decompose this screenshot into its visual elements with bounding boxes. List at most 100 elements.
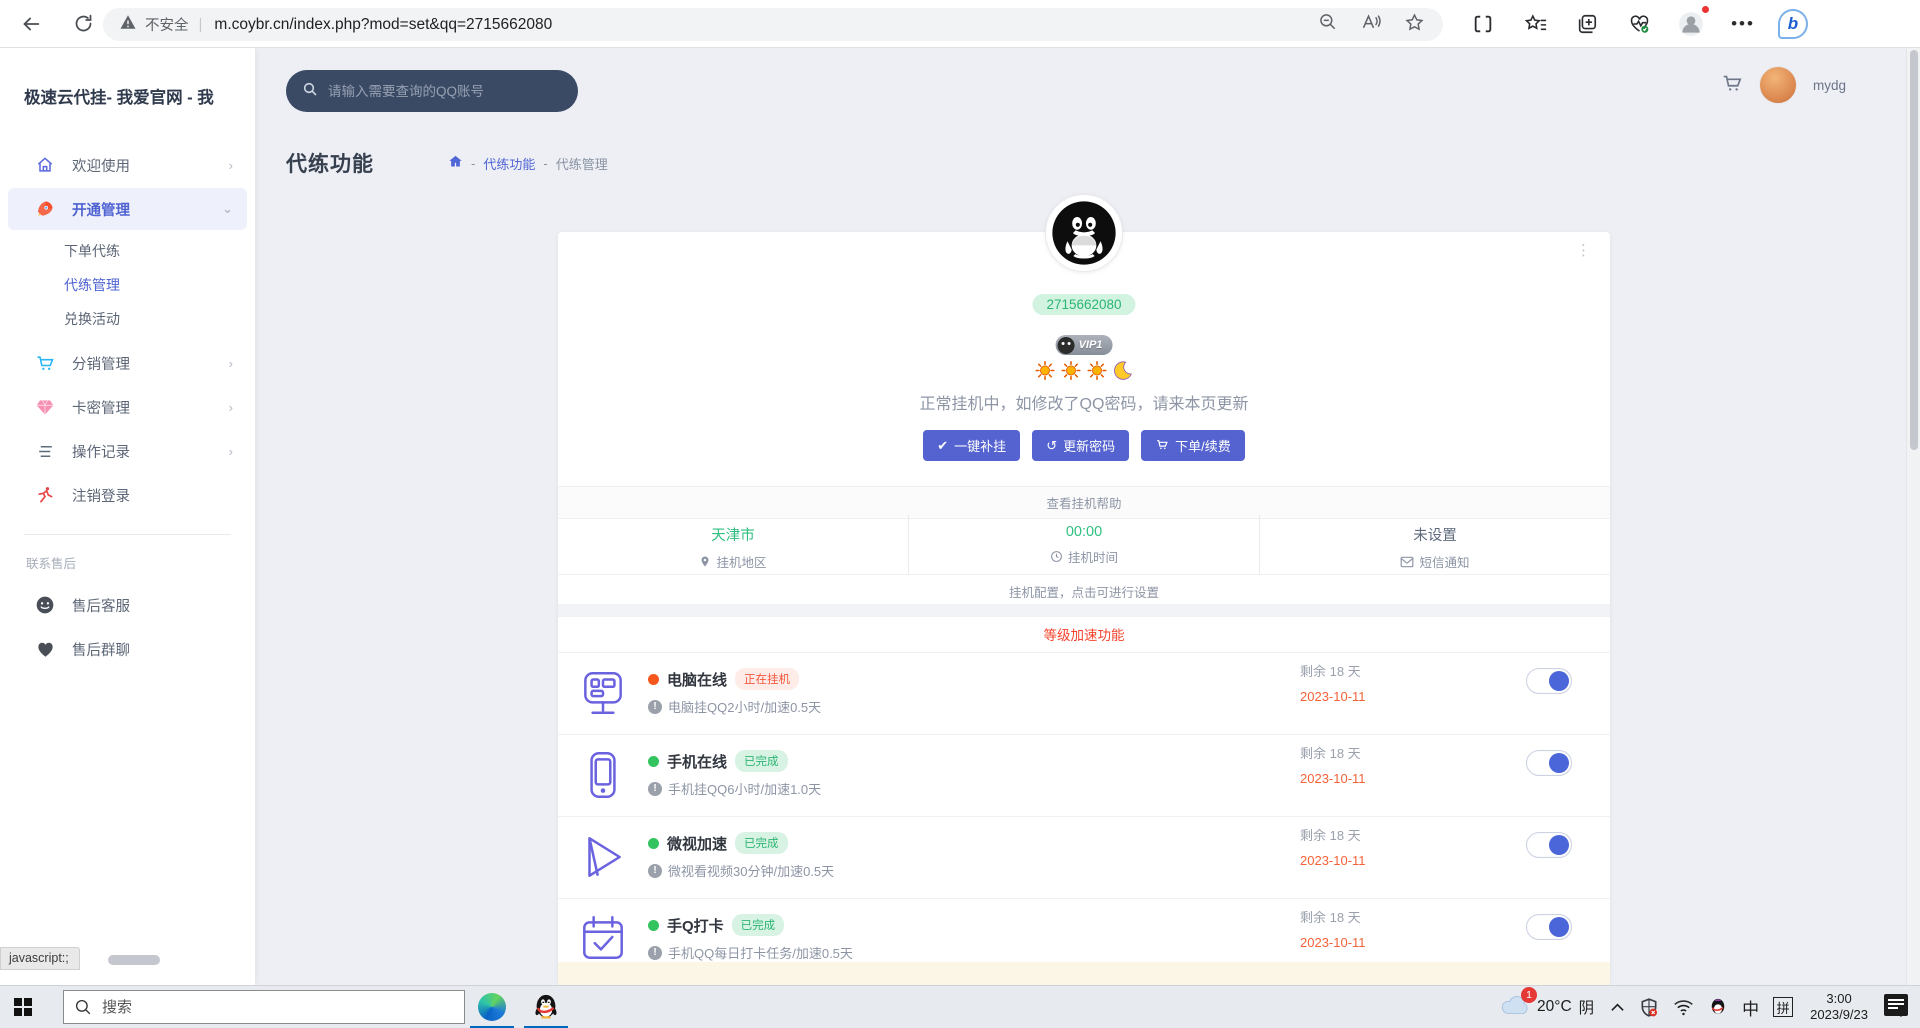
sidebar-subitem-redeem[interactable]: 兑换活动 (0, 302, 255, 336)
read-aloud-icon[interactable] (1360, 12, 1382, 37)
page-topbar: mydg (255, 48, 1906, 126)
info-icon: ! (648, 864, 662, 878)
section-title: 等级加速功能 (558, 624, 1610, 644)
remain-days: 剩余 18 天 (1300, 825, 1361, 844)
info-icon: ! (648, 700, 662, 714)
tray-qq-icon[interactable] (1701, 986, 1735, 1028)
sidebar-item-distribution[interactable]: 分销管理 › (8, 342, 247, 384)
stat-region[interactable]: 天津市 挂机地区 (558, 515, 908, 574)
taskbar-qq-app[interactable] (519, 986, 573, 1028)
profile-notification-dot (1701, 5, 1710, 14)
breadcrumb-home-icon[interactable] (448, 154, 463, 172)
stat-time[interactable]: 00:00 挂机时间 (908, 515, 1259, 574)
checkin-toggle[interactable] (1526, 914, 1572, 940)
emoji-row (1035, 360, 1134, 381)
envelope-icon (1400, 556, 1414, 568)
settings-more-icon[interactable]: ••• (1726, 7, 1760, 41)
moon-icon (1113, 360, 1134, 381)
phone-icon (576, 748, 630, 802)
sidebar-subitem-manage[interactable]: 代练管理 (0, 268, 255, 302)
qq-number-badge: 2715662080 (1032, 294, 1135, 315)
sidebar-item-label: 卡密管理 (72, 397, 130, 418)
breadcrumb-separator: - (471, 156, 475, 171)
qq-search-box[interactable] (286, 70, 578, 112)
weishi-toggle[interactable] (1526, 832, 1572, 858)
sidebar-item-logs[interactable]: 操作记录 › (8, 430, 247, 472)
location-pin-icon (699, 555, 711, 568)
page-title: 代练功能 (286, 148, 374, 178)
smiley-icon (34, 594, 56, 616)
main-content: mydg 代练功能 - 代练功能 - 代练管理 ⋮ (255, 48, 1906, 985)
breadcrumb-separator: - (543, 156, 547, 171)
chevron-right-icon: › (229, 400, 233, 415)
favorite-star-icon[interactable] (1404, 12, 1425, 38)
taskbar-search-input[interactable] (102, 999, 402, 1016)
sidebar-item-label: 分销管理 (72, 353, 130, 374)
status-dot (648, 920, 659, 931)
link-status-tooltip: javascript:; (0, 947, 80, 970)
taskbar: 1 20°C 阴 中 拼 3:00 2023/9/ (0, 985, 1920, 1028)
security-shield-icon[interactable] (1632, 986, 1666, 1028)
sidebar-item-label: 操作记录 (72, 441, 130, 462)
refresh-icon[interactable] (66, 7, 100, 41)
weather-alert-badge: 1 (1521, 987, 1537, 1003)
browser-essentials-icon[interactable] (1622, 7, 1656, 41)
taskbar-clock[interactable]: 3:00 2023/9/23 (1800, 991, 1878, 1023)
address-bar[interactable]: 不安全 | m.coybr.cn/index.php?mod=set&qq=27… (103, 8, 1443, 41)
sidebar-item-welcome[interactable]: 欢迎使用 › (8, 144, 247, 186)
action-center-icon[interactable] (1884, 994, 1908, 1016)
sidebar-item-manage[interactable]: 开通管理 ⌄ (8, 188, 247, 230)
status-badge: 已完成 (732, 914, 785, 936)
split-screen-icon[interactable] (1466, 7, 1500, 41)
breadcrumb-link[interactable]: 代练功能 (483, 154, 535, 173)
sidebar-item-label: 欢迎使用 (72, 155, 130, 176)
chevron-right-icon: › (229, 444, 233, 459)
taskbar-edge-app[interactable] (465, 986, 519, 1028)
sidebar-item-label: 售后群聊 (72, 639, 130, 660)
clock-icon (1050, 550, 1063, 563)
browser-profile-icon[interactable] (1674, 7, 1708, 41)
ime-mode-indicator[interactable]: 中 (1735, 986, 1766, 1028)
horizontal-scrollbar-thumb[interactable] (108, 955, 160, 965)
taskbar-search-box[interactable] (63, 990, 465, 1024)
chevron-right-icon: › (229, 356, 233, 371)
sidebar-item-cardkeys[interactable]: 卡密管理 › (8, 386, 247, 428)
tray-expand-icon[interactable] (1603, 986, 1632, 1028)
header-cart-icon[interactable] (1721, 72, 1743, 99)
zoom-out-icon[interactable] (1318, 12, 1338, 37)
kebab-menu-icon[interactable]: ⋮ (1576, 248, 1590, 254)
ime-pinyin-indicator[interactable]: 拼 (1766, 986, 1800, 1028)
sidebar-item-logout[interactable]: 注销登录 (8, 474, 247, 516)
start-button[interactable] (0, 986, 46, 1028)
phone-online-toggle[interactable] (1526, 750, 1572, 776)
favorites-bar-icon[interactable] (1518, 7, 1552, 41)
sidebar-section-label: 联系售后 (0, 549, 255, 582)
gem-icon (34, 396, 56, 418)
collections-icon[interactable] (1570, 7, 1604, 41)
sidebar-item-support-group[interactable]: 售后群聊 (8, 628, 247, 670)
order-renew-button[interactable]: 下单/续费 (1141, 430, 1245, 461)
back-icon[interactable] (14, 7, 48, 41)
status-dot (648, 756, 659, 767)
security-label: 不安全 (145, 14, 189, 35)
chevron-down-icon: ⌄ (222, 201, 233, 217)
clock-time: 3:00 (1810, 991, 1868, 1007)
stat-sms[interactable]: 未设置 短信通知 (1259, 515, 1610, 574)
qq-search-input[interactable] (328, 84, 548, 99)
sidebar-subitem-order[interactable]: 下单代练 (0, 234, 255, 268)
sidebar-item-support-service[interactable]: 售后客服 (8, 584, 247, 626)
vertical-scrollbar-thumb[interactable] (1910, 50, 1918, 450)
site-title: 极速云代挂- 我爱官网 - 我 (0, 76, 252, 116)
vip-penguin-icon (1058, 337, 1075, 354)
vertical-scrollbar[interactable] (1906, 48, 1920, 985)
remain-days: 剩余 18 天 (1300, 907, 1361, 926)
network-icon[interactable] (1666, 986, 1701, 1028)
bing-chat-icon[interactable]: b (1778, 9, 1808, 39)
taskbar-weather[interactable]: 1 20°C 阴 (1491, 994, 1603, 1021)
cart-icon (34, 352, 56, 374)
rehang-button[interactable]: ✔ 一键补挂 (923, 430, 1020, 461)
breadcrumb: - 代练功能 - 代练管理 (448, 154, 608, 173)
update-password-button[interactable]: ↺ 更新密码 (1032, 430, 1129, 461)
pc-online-toggle[interactable] (1526, 668, 1572, 694)
user-avatar[interactable] (1759, 66, 1797, 104)
